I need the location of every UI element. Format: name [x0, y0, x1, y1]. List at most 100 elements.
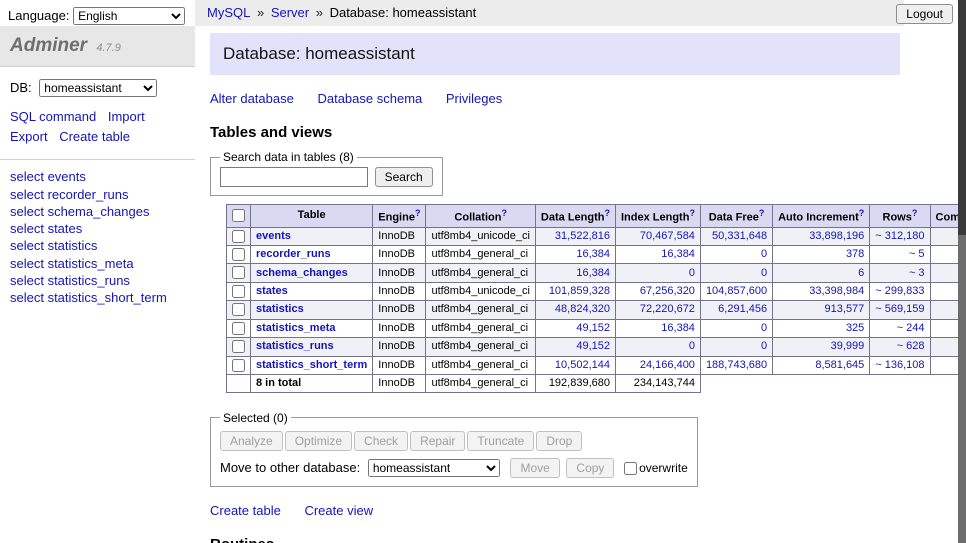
- scrollbar-thumb[interactable]: [958, 0, 966, 235]
- help-link[interactable]: ?: [501, 208, 507, 218]
- data-length-link[interactable]: 49,152: [576, 322, 610, 334]
- db-select[interactable]: homeassistant: [39, 79, 157, 97]
- move-db-select[interactable]: homeassistant: [368, 459, 500, 477]
- auto-increment-link[interactable]: 39,999: [831, 340, 865, 352]
- help-link[interactable]: ?: [604, 208, 610, 218]
- auto-increment-link[interactable]: 913,577: [825, 303, 865, 315]
- data-length-link[interactable]: 16,384: [576, 267, 610, 279]
- help-link[interactable]: ?: [759, 208, 765, 218]
- row-checkbox[interactable]: [232, 230, 245, 243]
- help-link[interactable]: ?: [859, 208, 865, 218]
- sidebar-link-select-schema-changes[interactable]: select schema_changes: [10, 204, 149, 219]
- auto-increment-link[interactable]: 8,581,645: [815, 359, 864, 371]
- rows-link[interactable]: ~ 312,180: [875, 230, 924, 242]
- data-free-link[interactable]: 0: [761, 340, 767, 352]
- auto-increment-link[interactable]: 33,398,984: [809, 285, 864, 297]
- rows-link[interactable]: ~ 299,833: [875, 285, 924, 297]
- data-free-link[interactable]: 50,331,648: [712, 230, 767, 242]
- row-checkbox[interactable]: [232, 285, 245, 298]
- index-length-link[interactable]: 67,256,320: [640, 285, 695, 297]
- overwrite-checkbox[interactable]: [624, 462, 637, 475]
- index-length-link[interactable]: 72,220,672: [640, 303, 695, 315]
- sidebar-action-create-table[interactable]: Create table: [59, 129, 130, 144]
- copy-button[interactable]: Copy: [566, 458, 614, 478]
- sidebar-link-select-recorder-runs[interactable]: select recorder_runs: [10, 187, 129, 202]
- data-length-link[interactable]: 49,152: [576, 340, 610, 352]
- rows-link[interactable]: ~ 628: [897, 340, 925, 352]
- create-link-create-table[interactable]: Create table: [210, 503, 281, 518]
- data-length-link[interactable]: 31,522,816: [555, 230, 610, 242]
- rows-link[interactable]: ~ 569,159: [875, 303, 924, 315]
- rows-link[interactable]: ~ 244: [897, 322, 925, 334]
- db-link-alter-database[interactable]: Alter database: [210, 91, 294, 106]
- move-button[interactable]: Move: [510, 458, 559, 478]
- help-link[interactable]: ?: [912, 208, 918, 218]
- index-length-link[interactable]: 24,166,400: [640, 359, 695, 371]
- sidebar-action-sql-command[interactable]: SQL command: [10, 109, 96, 124]
- breadcrumb-item-server[interactable]: Server: [271, 5, 309, 20]
- db-link-database-schema[interactable]: Database schema: [317, 91, 422, 106]
- vertical-scrollbar[interactable]: [958, 0, 966, 543]
- search-button[interactable]: Search: [375, 167, 433, 187]
- logout-button[interactable]: Logout: [896, 4, 953, 24]
- data-length-link[interactable]: 10,502,144: [555, 359, 610, 371]
- sidebar-link-select-states[interactable]: select states: [10, 221, 82, 236]
- data-length-link[interactable]: 16,384: [576, 248, 610, 260]
- row-checkbox[interactable]: [232, 340, 245, 353]
- table-link[interactable]: statistics_runs: [256, 340, 334, 352]
- data-free-link[interactable]: 0: [761, 322, 767, 334]
- rows-link[interactable]: ~ 3: [909, 267, 925, 279]
- sidebar-link-select-statistics-runs[interactable]: select statistics_runs: [10, 273, 130, 288]
- help-link[interactable]: ?: [689, 208, 695, 218]
- data-free-link[interactable]: 6,291,456: [718, 303, 767, 315]
- auto-increment-link[interactable]: 378: [846, 248, 864, 260]
- table-link[interactable]: schema_changes: [256, 267, 348, 279]
- repair-button[interactable]: Repair: [410, 431, 465, 451]
- row-checkbox[interactable]: [232, 266, 245, 279]
- data-length-link[interactable]: 48,824,320: [555, 303, 610, 315]
- table-link[interactable]: recorder_runs: [256, 248, 331, 260]
- truncate-button[interactable]: Truncate: [467, 431, 534, 451]
- sidebar-link-select-events[interactable]: select events: [10, 169, 86, 184]
- help-link[interactable]: ?: [415, 208, 421, 218]
- analyze-button[interactable]: Analyze: [220, 431, 283, 451]
- rows-link[interactable]: ~ 5: [909, 248, 925, 260]
- select-all-checkbox[interactable]: [232, 209, 245, 222]
- data-free-link[interactable]: 0: [761, 248, 767, 260]
- sidebar-link-select-statistics[interactable]: select statistics: [10, 238, 97, 253]
- data-free-link[interactable]: 188,743,680: [706, 359, 767, 371]
- index-length-link[interactable]: 16,384: [661, 248, 695, 260]
- auto-increment-link[interactable]: 6: [858, 267, 864, 279]
- row-checkbox[interactable]: [232, 303, 245, 316]
- row-checkbox[interactable]: [232, 359, 245, 372]
- sidebar-action-export[interactable]: Export: [10, 129, 48, 144]
- create-link-create-view[interactable]: Create view: [304, 503, 373, 518]
- optimize-button[interactable]: Optimize: [285, 431, 352, 451]
- breadcrumb-item-mysql[interactable]: MySQL: [207, 5, 250, 20]
- auto-increment-link[interactable]: 33,898,196: [809, 230, 864, 242]
- data-free-link[interactable]: 0: [761, 267, 767, 279]
- rows-link[interactable]: ~ 136,108: [875, 359, 924, 371]
- language-select[interactable]: English: [73, 7, 185, 25]
- adminer-brand-link[interactable]: Adminer: [10, 35, 87, 56]
- sidebar-action-import[interactable]: Import: [108, 109, 145, 124]
- check-button[interactable]: Check: [354, 431, 408, 451]
- sidebar-link-select-statistics-short-term[interactable]: select statistics_short_term: [10, 290, 167, 305]
- data-length-link[interactable]: 101,859,328: [549, 285, 610, 297]
- auto-increment-link[interactable]: 325: [846, 322, 864, 334]
- index-length-link[interactable]: 0: [689, 267, 695, 279]
- table-link[interactable]: statistics_short_term: [256, 359, 367, 371]
- sidebar-link-select-statistics-meta[interactable]: select statistics_meta: [10, 256, 134, 271]
- drop-button[interactable]: Drop: [536, 431, 582, 451]
- table-link[interactable]: events: [256, 230, 291, 242]
- row-checkbox[interactable]: [232, 322, 245, 335]
- db-link-privileges[interactable]: Privileges: [446, 91, 502, 106]
- index-length-link[interactable]: 16,384: [661, 322, 695, 334]
- table-link[interactable]: statistics_meta: [256, 322, 336, 334]
- table-link[interactable]: states: [256, 285, 288, 297]
- table-link[interactable]: statistics: [256, 303, 304, 315]
- index-length-link[interactable]: 0: [689, 340, 695, 352]
- data-free-link[interactable]: 104,857,600: [706, 285, 767, 297]
- index-length-link[interactable]: 70,467,584: [640, 230, 695, 242]
- search-input[interactable]: [220, 167, 368, 187]
